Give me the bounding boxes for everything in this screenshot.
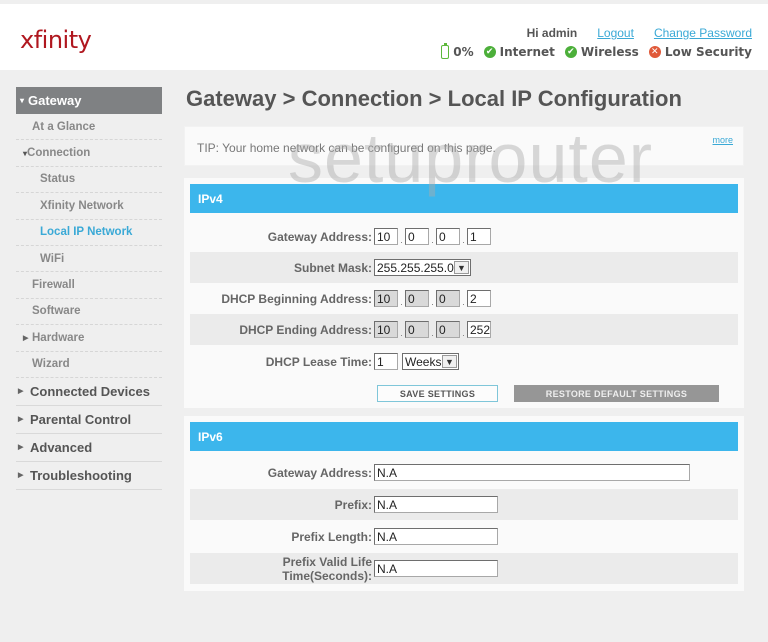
- battery-icon: [441, 42, 450, 59]
- sidebar-item-label: Hardware: [32, 331, 85, 344]
- gateway-octet-2[interactable]: [405, 228, 429, 245]
- gateway-octet-4[interactable]: [467, 228, 491, 245]
- sidebar-item-label: Connection: [27, 147, 91, 160]
- caret-right-icon: ▶: [23, 334, 29, 342]
- ipv4-panel: IPv4 Gateway Address: Subnet Mask: 255.2…: [184, 178, 744, 408]
- caret-right-icon: ▶: [18, 444, 24, 452]
- dhcp-end-row: DHCP Ending Address:: [190, 314, 738, 345]
- gateway-address-row: Gateway Address:: [190, 221, 738, 252]
- sidebar-item-hardware[interactable]: ▶ Hardware: [16, 325, 162, 352]
- lease-unit-select[interactable]: Weeks ▼: [402, 353, 459, 370]
- chevron-down-icon: ▼: [454, 261, 469, 274]
- sidebar-item-local-ip-network[interactable]: Local IP Network: [16, 220, 162, 246]
- gateway-address-label: Gateway Address:: [267, 229, 372, 244]
- ipv6-prefix-label: Prefix:: [334, 497, 372, 512]
- ipv6-prefix-input[interactable]: [374, 496, 498, 513]
- sidebar-item-xfinity-network[interactable]: Xfinity Network: [16, 193, 162, 220]
- sidebar-item-label: Parental Control: [30, 411, 132, 427]
- caret-right-icon: ▶: [18, 388, 24, 396]
- dhcp-end-label: DHCP Ending Address:: [239, 322, 372, 337]
- more-link[interactable]: more: [712, 135, 733, 145]
- ipv6-prefix-row: Prefix:: [190, 489, 738, 520]
- sidebar-item-connected-devices[interactable]: ▶ Connected Devices: [16, 378, 162, 406]
- dhcp-begin-row: DHCP Beginning Address:: [190, 283, 738, 314]
- ipv6-panel: IPv6 Gateway Address: Prefix: Prefix Len…: [184, 416, 744, 591]
- status-bar: 0% ✔ Internet ✔ Wireless ✕ Low Security: [441, 42, 752, 59]
- xfinity-logo: xfinity: [20, 26, 92, 54]
- page-title: Gateway > Connection > Local IP Configur…: [186, 86, 682, 111]
- ipv6-heading: IPv6: [190, 422, 738, 451]
- save-settings-button[interactable]: SAVE SETTINGS: [377, 385, 498, 402]
- user-links: Hi admin Logout Change Password: [527, 26, 752, 40]
- battery-status: 0%: [441, 42, 474, 59]
- lease-time-row: DHCP Lease Time: Weeks ▼: [190, 346, 738, 377]
- lease-time-label: DHCP Lease Time:: [265, 354, 372, 369]
- check-circle-icon: ✔: [483, 46, 496, 58]
- logout-link[interactable]: Logout: [597, 26, 634, 40]
- sidebar-item-firewall[interactable]: Firewall: [16, 272, 162, 299]
- tip-text: TIP: Your home network can be configured…: [197, 141, 496, 155]
- sidebar-item-advanced[interactable]: ▶ Advanced: [16, 434, 162, 462]
- wireless-label: Wireless: [580, 45, 639, 59]
- greeting: Hi admin: [526, 26, 578, 40]
- ipv6-lifetime-label: Prefix Valid Life Time(Seconds):: [282, 554, 372, 583]
- sidebar-item-label: Gateway: [28, 93, 82, 108]
- sidebar-item-troubleshooting[interactable]: ▶ Troubleshooting: [16, 462, 162, 490]
- dhcp-begin-octet-4[interactable]: [467, 290, 491, 307]
- dhcp-begin-label: DHCP Beginning Address:: [221, 291, 372, 306]
- battery-value: 0%: [453, 45, 474, 59]
- sidebar-item-label: Connected Devices: [30, 383, 150, 399]
- gateway-octet-3[interactable]: [436, 228, 460, 245]
- change-password-link[interactable]: Change Password: [654, 26, 752, 40]
- dhcp-end-octet-3: [436, 321, 460, 338]
- wireless-status: ✔ Wireless: [564, 45, 639, 59]
- gateway-octet-1[interactable]: [374, 228, 398, 245]
- sidebar-item-software[interactable]: Software: [16, 299, 162, 326]
- subnet-mask-row: Subnet Mask: 255.255.255.0 ▼: [190, 252, 738, 283]
- security-label: Low Security: [664, 45, 752, 59]
- sidebar-item-label: Advanced: [30, 439, 93, 455]
- sidebar-item-wizard[interactable]: Wizard: [16, 352, 162, 378]
- subnet-mask-value: 255.255.255.0: [377, 260, 454, 275]
- ipv4-heading: IPv4: [190, 184, 738, 213]
- dhcp-end-octet-2: [405, 321, 429, 338]
- ipv6-lifetime-input[interactable]: [374, 560, 498, 577]
- security-status: ✕ Low Security: [648, 45, 752, 59]
- dhcp-begin-octet-1: [374, 290, 398, 307]
- internet-status: ✔ Internet: [483, 45, 555, 59]
- dhcp-begin-octet-3: [436, 290, 460, 307]
- dhcp-begin-octet-2: [405, 290, 429, 307]
- ipv6-gateway-row: Gateway Address:: [190, 457, 738, 488]
- dhcp-end-octet-1: [374, 321, 398, 338]
- sidebar-item-status[interactable]: Status: [16, 167, 162, 194]
- caret-right-icon: ▶: [18, 416, 24, 424]
- caret-right-icon: ▶: [18, 472, 24, 480]
- lease-unit-value: Weeks: [405, 354, 442, 369]
- sidebar-item-connection[interactable]: ▾ Connection: [16, 140, 162, 167]
- ipv6-prefix-length-input[interactable]: [374, 528, 498, 545]
- chevron-down-icon: ▼: [442, 355, 457, 368]
- sidebar-item-label: Troubleshooting: [30, 467, 132, 483]
- ipv6-gateway-label: Gateway Address:: [267, 465, 372, 480]
- sidebar-item-parental-control[interactable]: ▶ Parental Control: [16, 406, 162, 434]
- internet-label: Internet: [499, 45, 555, 59]
- ipv6-lifetime-row: Prefix Valid Life Time(Seconds):: [190, 553, 738, 584]
- subnet-mask-label: Subnet Mask:: [293, 260, 372, 275]
- header: xfinity Hi admin Logout Change Password …: [0, 4, 768, 70]
- ipv6-prefix-length-row: Prefix Length:: [190, 521, 738, 552]
- ipv6-prefix-length-label: Prefix Length:: [291, 529, 372, 544]
- subnet-mask-select[interactable]: 255.255.255.0 ▼: [374, 259, 471, 276]
- lease-time-input[interactable]: [374, 353, 398, 370]
- restore-default-settings-button[interactable]: RESTORE DEFAULT SETTINGS: [514, 385, 719, 402]
- x-circle-icon: ✕: [648, 46, 661, 58]
- sidebar-item-gateway[interactable]: ▾ Gateway: [16, 87, 162, 114]
- ipv6-gateway-input[interactable]: [374, 464, 690, 481]
- sidebar-item-wifi[interactable]: WiFi: [16, 246, 162, 273]
- sidebar-nav: ▾ Gateway At a Glance ▾ Connection Statu…: [16, 87, 162, 490]
- tip-box: TIP: Your home network can be configured…: [184, 126, 744, 166]
- caret-down-icon: ▾: [20, 96, 25, 105]
- sidebar-item-at-a-glance[interactable]: At a Glance: [16, 114, 162, 141]
- check-circle-icon: ✔: [564, 46, 577, 58]
- dhcp-end-octet-4[interactable]: [467, 321, 491, 338]
